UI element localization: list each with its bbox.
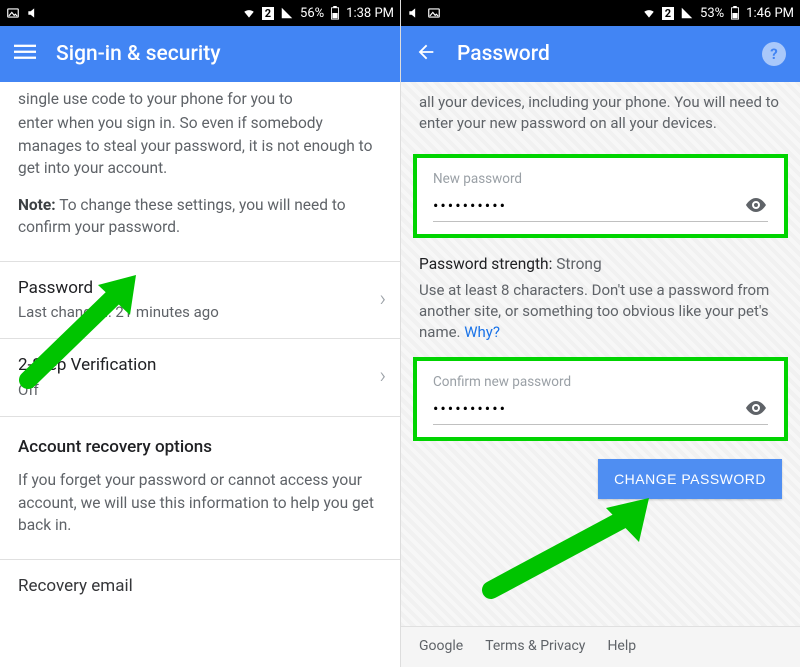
recovery-email-row[interactable]: Recovery email <box>0 560 400 599</box>
new-password-field[interactable]: New password •••••••••• <box>413 154 788 238</box>
battery-icon <box>330 6 340 20</box>
wifi-icon <box>642 6 656 20</box>
wifi-icon <box>242 6 256 20</box>
recovery-header: Account recovery options <box>0 417 400 470</box>
eye-icon[interactable] <box>744 396 768 426</box>
intro-text: all your devices, including your phone. … <box>401 82 800 148</box>
chevron-right-icon: › <box>379 284 386 316</box>
note-text: Note: To change these settings, you will… <box>0 194 400 253</box>
eye-icon[interactable] <box>744 193 768 223</box>
page-title: Password <box>457 42 550 66</box>
row-title: 2-Step Verification <box>18 353 382 378</box>
intro-text: single use code to your phone for you to… <box>0 88 400 194</box>
app-bar: Sign-in & security <box>0 26 400 82</box>
clock: 1:38 PM <box>346 6 394 21</box>
volume-icon <box>407 6 421 20</box>
app-bar: Password ? <box>401 26 800 82</box>
sim-indicator: 2 <box>662 7 674 20</box>
status-bar: 2 56% 1:38 PM <box>0 0 400 26</box>
guidance-text: Use at least 8 characters. Don't use a p… <box>419 280 782 343</box>
page-title: Sign-in & security <box>56 42 221 66</box>
password-row[interactable]: Password Last changed: 21 minutes ago › <box>0 262 400 339</box>
field-label: New password <box>433 170 768 189</box>
clock: 1:46 PM <box>746 6 794 21</box>
battery-icon <box>730 6 740 20</box>
chevron-right-icon: › <box>379 361 386 393</box>
footer-help[interactable]: Help <box>607 637 636 657</box>
confirm-password-field[interactable]: Confirm new password •••••••••• <box>413 357 788 441</box>
picture-icon <box>427 6 441 20</box>
signal-icon <box>680 6 694 20</box>
field-value: •••••••••• <box>433 189 768 222</box>
footer-google[interactable]: Google <box>419 637 463 657</box>
field-label: Confirm new password <box>433 373 768 392</box>
two-step-row[interactable]: 2-Step Verification Off › <box>0 339 400 416</box>
sim-indicator: 2 <box>262 7 274 20</box>
strength-label: Password strength: <box>419 255 552 273</box>
row-subtitle: Last changed: 21 minutes ago <box>18 302 382 324</box>
volume-icon <box>26 6 40 20</box>
change-password-button[interactable]: CHANGE PASSWORD <box>598 459 782 499</box>
status-bar: 2 53% 1:46 PM <box>401 0 800 26</box>
help-icon[interactable]: ? <box>762 42 786 66</box>
battery-percent: 53% <box>700 6 724 21</box>
footer-terms[interactable]: Terms & Privacy <box>485 637 585 657</box>
recovery-text: If you forget your password or cannot ac… <box>0 469 400 550</box>
hamburger-icon[interactable] <box>14 41 36 67</box>
row-subtitle: Off <box>18 380 382 402</box>
why-link[interactable]: Why? <box>464 323 500 341</box>
field-value: •••••••••• <box>433 392 768 425</box>
battery-percent: 56% <box>300 6 324 21</box>
screen-change-password: 2 53% 1:46 PM Password ? all your device… <box>400 0 800 667</box>
strength-value: Strong <box>552 255 601 273</box>
signal-icon <box>280 6 294 20</box>
picture-icon <box>6 6 20 20</box>
screen-sign-in-security: 2 56% 1:38 PM Sign-in & security single … <box>0 0 400 667</box>
back-icon[interactable] <box>415 41 437 67</box>
row-title: Recovery email <box>18 574 382 599</box>
strength-block: Password strength: Strong Use at least 8… <box>401 244 800 351</box>
footer-links: Google Terms & Privacy Help <box>401 626 800 667</box>
row-title: Password <box>18 276 382 301</box>
